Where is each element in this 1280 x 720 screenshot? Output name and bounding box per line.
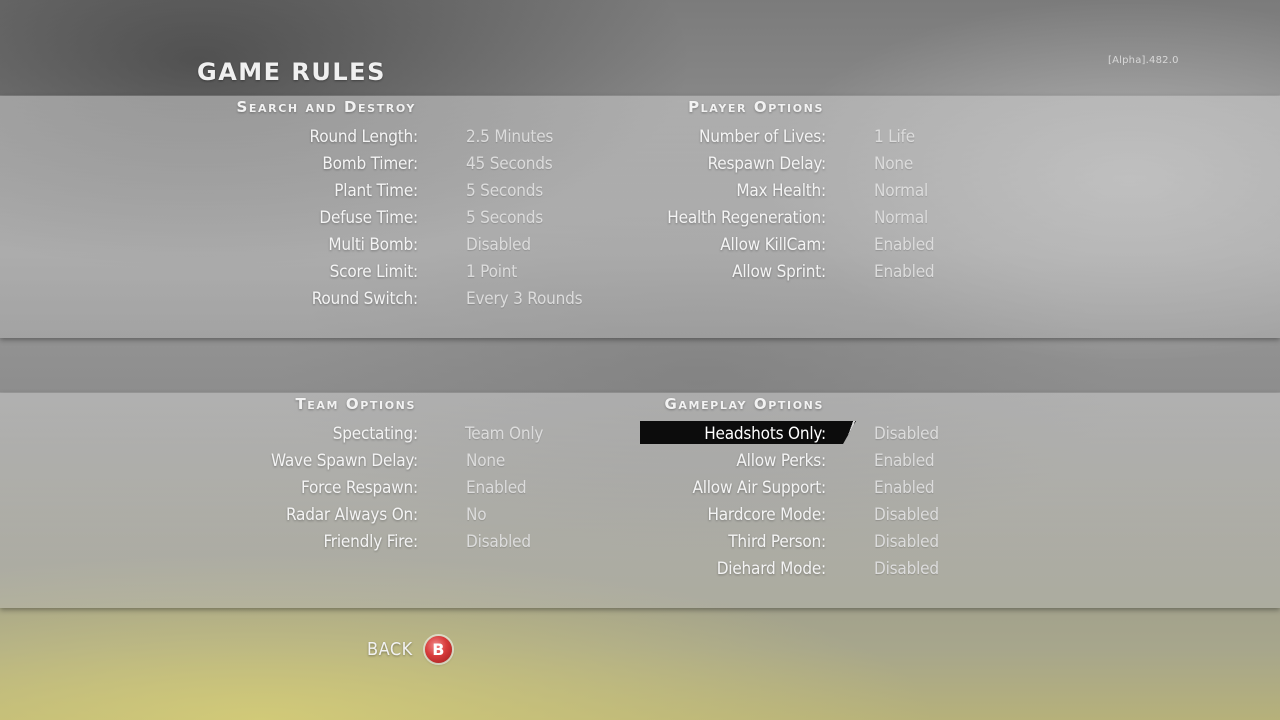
rule-value: Disabled [466,532,531,552]
rule-label: Defuse Time: [319,208,418,228]
rule-label: Hardcore Mode: [707,505,826,525]
section-title-gameplay-options: Gameplay Options [664,395,824,413]
rule-label: Score Limit: [329,262,419,282]
back-label: BACK [367,639,413,660]
rule-label: Diehard Mode: [716,559,826,579]
rule-label: Max Health: [736,181,826,201]
rule-label: Respawn Delay: [707,154,827,174]
rule-value: Team Only [465,424,544,444]
page-title: GAME RULES [197,58,386,86]
rule-label: Force Respawn: [300,478,418,498]
rule-value: Enabled [874,262,935,282]
rule-value: None [466,451,506,471]
rule-value: Disabled [874,505,939,525]
rule-value: Normal [874,208,929,228]
rule-value: Enabled [874,235,935,255]
section-title-player-options: Player Options [688,98,824,116]
rule-label: Radar Always On: [286,505,418,525]
rule-label: Allow Perks: [736,451,826,471]
rule-value: Every 3 Rounds [466,289,583,309]
rule-value: Disabled [874,532,939,552]
rule-value: Disabled [874,424,939,444]
rule-label: Round Switch: [311,289,419,309]
rule-label: Allow KillCam: [720,235,826,255]
rule-label: Plant Time: [334,181,418,201]
rule-value: 1 Life [874,127,915,147]
rule-value: Enabled [874,478,935,498]
section-title-search-destroy: Search and Destroy [236,98,416,116]
rule-label: Headshots Only: [704,424,826,444]
rule-label: Bomb Timer: [322,154,418,174]
rule-value: No [466,505,487,525]
rule-label: Friendly Fire: [323,532,418,552]
rule-value: Enabled [874,451,935,471]
back-button[interactable]: BACK B [367,636,452,663]
rule-value: 45 Seconds [466,154,553,174]
b-button-icon: B [424,636,452,663]
rule-value: 5 Seconds [466,181,544,201]
rule-label: Third Person: [728,532,826,552]
version-label: [Alpha].482.0 [1108,55,1179,66]
rule-label: Wave Spawn Delay: [271,451,418,471]
rule-value: Disabled [466,235,531,255]
rule-value: Enabled [466,478,527,498]
rule-label: Allow Sprint: [732,262,826,282]
rules-panel-top [0,96,1280,338]
rule-label: Allow Air Support: [692,478,826,498]
rule-value: Normal [874,181,929,201]
rule-value: 5 Seconds [466,208,544,228]
rule-label: Number of Lives: [698,127,826,147]
rule-label: Multi Bomb: [328,235,418,255]
rule-value: 1 Point [466,262,518,282]
rule-value: None [874,154,914,174]
section-title-team-options: Team Options [295,395,416,413]
rule-label: Health Regeneration: [667,208,826,228]
rule-value: 2.5 Minutes [466,127,554,147]
rule-label: Spectating: [332,424,418,444]
rule-value: Disabled [874,559,939,579]
rule-label: Round Length: [309,127,419,147]
